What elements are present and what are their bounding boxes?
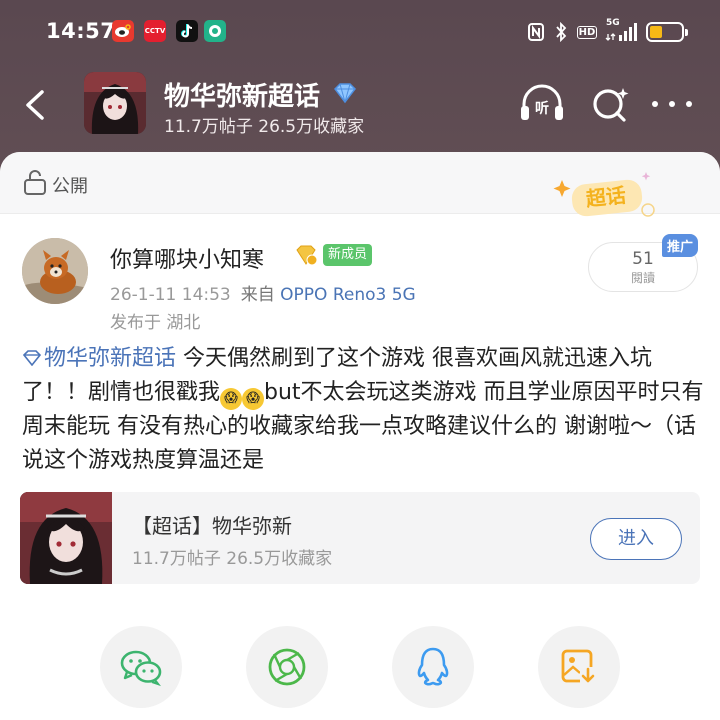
nfc-icon <box>526 20 546 44</box>
listen-button[interactable]: 听 <box>518 80 566 128</box>
diamond-icon <box>332 82 358 104</box>
wechat-icon <box>120 650 162 687</box>
more-dot <box>669 101 675 107</box>
cctv-news-icon: CCTV <box>144 20 166 42</box>
tiktok-icon <box>176 20 198 42</box>
author-name[interactable]: 你算哪块小知寒 <box>110 242 264 274</box>
device-link[interactable]: OPPO Reno3 5G <box>280 285 416 305</box>
source-prefix: 来自 <box>240 285 275 305</box>
scared-emoji-icon: 😱 <box>242 388 265 410</box>
search-button[interactable] <box>588 80 632 128</box>
topic-stats: 11.7万帖子 26.5万收藏家 <box>164 117 365 137</box>
network-label: 5G <box>606 18 620 28</box>
save-image-button[interactable] <box>538 626 620 708</box>
status-time: 14:57 <box>46 19 116 43</box>
share-wechat-button[interactable] <box>100 626 182 708</box>
back-button[interactable] <box>18 82 54 128</box>
author-avatar[interactable] <box>22 238 88 304</box>
topic-hashtag-text: 物华弥新超话 <box>44 346 177 371</box>
qq-icon <box>417 647 449 686</box>
cellular-signal-icon: 5G <box>604 18 640 44</box>
status-bar: 14:57 CCTV HD 5G <box>0 0 720 62</box>
topic-card-stats: 11.7万帖子 26.5万收藏家 <box>132 549 333 569</box>
enter-button[interactable]: 进入 <box>590 518 682 560</box>
hd-icon: HD <box>576 20 598 44</box>
badge-text: 超话 <box>584 183 627 211</box>
post-location: 发布于 湖北 <box>110 313 201 333</box>
chaohua-badge: 超话 <box>548 166 660 222</box>
topic-title: 物华弥新超话 <box>164 82 321 112</box>
scared-emoji-icon: 😱 <box>220 388 243 410</box>
more-menu-button[interactable] <box>652 92 692 116</box>
unlock-icon <box>22 168 48 196</box>
post-sheet: 公開 超话 你算哪块小知寒 新成员 26-1-11 14:53 来自 OPPO … <box>0 152 720 720</box>
topic-avatar[interactable] <box>84 72 146 134</box>
topic-card-image <box>20 492 112 584</box>
post-time: 26-1-11 14:53 <box>110 285 231 305</box>
weibo-icon <box>112 20 134 42</box>
visibility-row: 公開 超话 <box>0 152 720 217</box>
post-meta: 26-1-11 14:53 来自 OPPO Reno3 5G <box>110 280 416 305</box>
moments-icon <box>268 648 306 686</box>
share-moments-button[interactable] <box>246 626 328 708</box>
promote-tag[interactable]: 推广 <box>662 234 699 257</box>
vip-level-icon <box>294 244 318 266</box>
topic-hashtag-link[interactable]: 物华弥新超话 <box>22 346 176 371</box>
more-dot <box>686 101 692 107</box>
hd-label: HD <box>576 25 598 39</box>
battery-icon <box>646 22 688 42</box>
save-image-icon <box>561 649 596 685</box>
bluetooth-icon <box>552 20 570 44</box>
chat-bubble-icon <box>204 20 226 42</box>
more-dot <box>652 101 658 107</box>
topic-header: 物华弥新超话 11.7万帖子 26.5万收藏家 听 <box>0 62 720 152</box>
visibility-label: 公開 <box>52 176 88 197</box>
topic-card[interactable]: 【超话】物华弥新 11.7万帖子 26.5万收藏家 进入 <box>20 492 700 584</box>
diamond-icon <box>22 350 42 366</box>
newbie-badge: 新成员 <box>323 244 373 266</box>
share-qq-button[interactable] <box>392 626 474 708</box>
read-label: 閱讀 <box>630 271 655 285</box>
post-content: 物华弥新超话 今天偶然刷到了这个游戏 很喜欢画风就迅速入坑了！！剧情也很戳我 😱 😱… <box>22 342 706 478</box>
topic-card-title: 【超话】物华弥新 <box>132 514 292 538</box>
listen-label: 听 <box>535 100 549 117</box>
